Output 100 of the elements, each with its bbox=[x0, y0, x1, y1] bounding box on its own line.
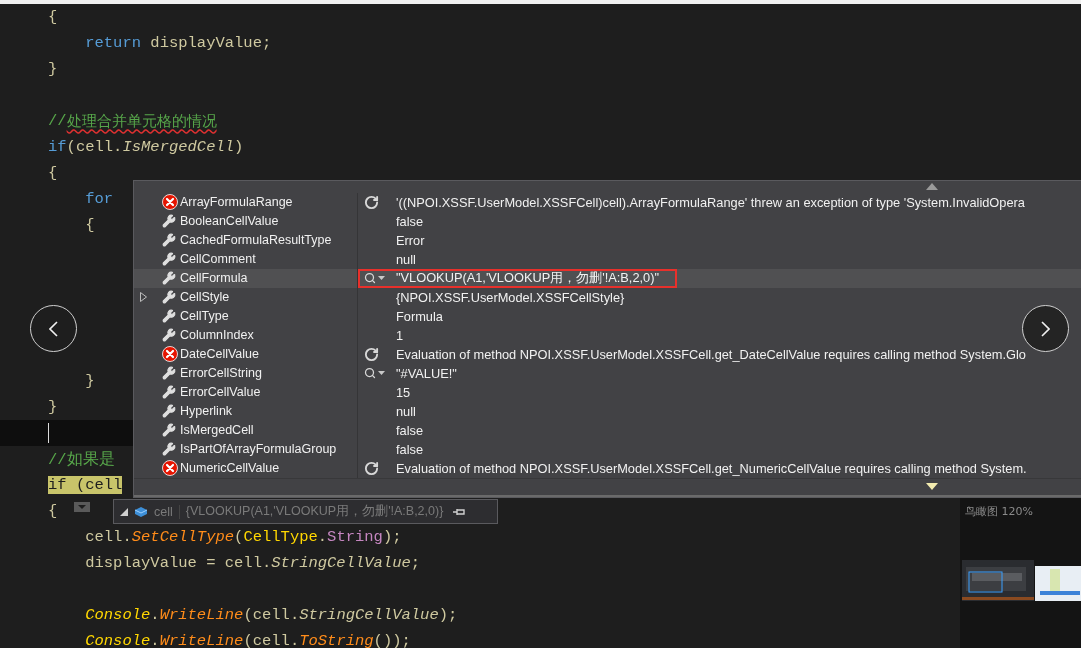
property-value: '((NPOI.XSSF.UserModel.XSSFCell)cell).ArrayFormulaRange' threw an exception of type 'System.InvalidOpera bbox=[396, 194, 1025, 210]
refresh-icon[interactable] bbox=[364, 194, 379, 210]
code-token: (cell. bbox=[243, 606, 300, 624]
code-token: ; bbox=[410, 554, 421, 572]
property-value: null bbox=[396, 251, 416, 267]
code-token: ); bbox=[438, 606, 458, 624]
chevron-left-icon bbox=[49, 320, 58, 337]
code-token: . bbox=[317, 528, 328, 546]
code-token: SetCellType bbox=[131, 528, 235, 546]
property-name: CellStyle bbox=[180, 290, 230, 305]
property-name: IsMergedCell bbox=[180, 423, 254, 438]
property-row[interactable]: ColumnIndex 1 bbox=[134, 325, 1081, 345]
code-token: { bbox=[48, 8, 58, 26]
wrench-icon bbox=[162, 423, 176, 438]
wrench-icon bbox=[162, 404, 176, 419]
panel-title: 鸟瞰图 120% bbox=[964, 504, 1034, 519]
code-token: { bbox=[48, 164, 58, 182]
error-icon bbox=[162, 460, 178, 477]
property-name: ErrorCellString bbox=[180, 366, 262, 381]
wrench-icon bbox=[162, 328, 176, 343]
variable-value: {VLOOKUP(A1,'VLOOKUP用，勿删'!A:B,2,0)} bbox=[185, 503, 444, 520]
property-name: Hyperlink bbox=[180, 404, 233, 419]
code-token: ) bbox=[234, 138, 244, 156]
previous-button[interactable] bbox=[30, 305, 77, 352]
property-row[interactable]: CellFormula "VLOOKUP(A1,'VLOOKUP用，勿删'!A:B,2,0)" bbox=[134, 268, 1081, 288]
property-row[interactable]: NumericCellValue Evaluation of method NPOI.XSSF.UserModel.XSSFCell.get_NumericCellValue requires calling method System. bbox=[134, 458, 1081, 478]
code-token: String bbox=[327, 528, 383, 546]
property-name: NumericCellValue bbox=[180, 461, 280, 476]
scroll-up-icon[interactable] bbox=[926, 183, 938, 191]
code-token: ()); bbox=[373, 632, 411, 648]
property-name: ArrayFormulaRange bbox=[180, 195, 293, 210]
code-token: (cell. bbox=[243, 632, 300, 648]
error-icon bbox=[162, 194, 178, 211]
property-row[interactable]: Hyperlink null bbox=[134, 401, 1081, 421]
property-name: ErrorCellValue bbox=[180, 385, 261, 400]
smart-tag-icon[interactable] bbox=[74, 502, 90, 512]
code-token: } bbox=[48, 60, 58, 78]
property-row[interactable]: ErrorCellString "#VALUE!" bbox=[134, 363, 1081, 383]
property-row[interactable]: CellType Formula bbox=[134, 306, 1081, 326]
code-token: WriteLine bbox=[159, 632, 244, 648]
property-value: Evaluation of method NPOI.XSSF.UserModel.XSSFCell.get_DateCellValue requires calling method System.Glo bbox=[396, 346, 1026, 362]
property-value: {NPOI.XSSF.UserModel.XSSFCellStyle} bbox=[396, 289, 625, 305]
code-token: { bbox=[85, 216, 95, 234]
collapse-icon[interactable] bbox=[120, 507, 128, 516]
code-comment: // bbox=[48, 112, 67, 130]
property-value: 15 bbox=[396, 384, 411, 400]
variable-name: cell bbox=[154, 504, 180, 519]
property-name: ColumnIndex bbox=[180, 328, 254, 343]
property-value: "VLOOKUP(A1,'VLOOKUP用，勿删'!A:B,2,0)" bbox=[396, 269, 659, 287]
refresh-icon[interactable] bbox=[364, 346, 379, 362]
caret-icon[interactable] bbox=[378, 371, 385, 376]
property-row[interactable]: CellStyle {NPOI.XSSF.UserModel.XSSFCellStyle} bbox=[134, 287, 1081, 307]
property-row[interactable]: BooleanCellValue false bbox=[134, 211, 1081, 231]
code-token: ); bbox=[382, 528, 402, 546]
code-token: . bbox=[150, 606, 160, 624]
property-row[interactable]: IsPartOfArrayFormulaGroup false bbox=[134, 439, 1081, 459]
code-token: Console bbox=[85, 606, 151, 624]
pin-icon[interactable] bbox=[453, 506, 468, 517]
wrench-icon bbox=[162, 290, 176, 305]
wrench-icon bbox=[162, 309, 176, 324]
wrench-icon bbox=[162, 366, 176, 381]
property-row[interactable]: DateCellValue Evaluation of method NPOI.XSSF.UserModel.XSSFCell.get_DateCellValue requires calling method System.Glo bbox=[134, 344, 1081, 364]
wrench-icon bbox=[162, 233, 176, 248]
code-token: IsMergedCell bbox=[122, 138, 235, 156]
wrench-icon bbox=[162, 385, 176, 400]
property-value: Evaluation of method NPOI.XSSF.UserModel.XSSFCell.get_NumericCellValue requires calling method System. bbox=[396, 460, 1027, 476]
search-icon[interactable] bbox=[364, 272, 376, 285]
refresh-icon[interactable] bbox=[364, 460, 379, 476]
expand-icon[interactable] bbox=[140, 292, 147, 303]
caret-icon[interactable] bbox=[378, 276, 385, 281]
cube-icon bbox=[134, 505, 148, 518]
wrench-icon bbox=[162, 252, 176, 267]
code-token: } bbox=[48, 398, 58, 416]
code-token: . bbox=[150, 632, 160, 648]
property-value: false bbox=[396, 422, 424, 438]
property-row[interactable]: IsMergedCell false bbox=[134, 420, 1081, 440]
search-icon[interactable] bbox=[364, 367, 376, 380]
code-token: { bbox=[48, 502, 58, 520]
code-token: if bbox=[48, 138, 67, 156]
code-token: (cell. bbox=[66, 138, 123, 156]
wrench-icon bbox=[162, 271, 176, 286]
chevron-right-icon bbox=[1041, 320, 1050, 337]
scroll-down-icon[interactable] bbox=[926, 483, 938, 491]
wrench-icon bbox=[162, 214, 176, 229]
code-token: ToString bbox=[299, 632, 374, 648]
code-token: WriteLine bbox=[159, 606, 244, 624]
property-row[interactable]: CellComment null bbox=[134, 249, 1081, 269]
code-token: ( bbox=[234, 528, 244, 546]
property-name: CellComment bbox=[180, 252, 256, 267]
property-value: 1 bbox=[396, 327, 404, 343]
wrench-icon bbox=[162, 442, 176, 457]
property-row[interactable]: ArrayFormulaRange '((NPOI.XSSF.UserModel.XSSFCell)cell).ArrayFormulaRange' threw an exception of type 'System.InvalidOpera bbox=[134, 192, 1081, 212]
property-row[interactable]: CachedFormulaResultType Error bbox=[134, 230, 1081, 250]
code-token: return bbox=[85, 34, 142, 52]
property-value: "#VALUE!" bbox=[396, 365, 457, 381]
code-comment: 处理合并单元格的情况 bbox=[66, 111, 217, 131]
property-row[interactable]: ErrorCellValue 15 bbox=[134, 382, 1081, 402]
code-token: StringCellValue bbox=[271, 554, 411, 572]
property-value: Formula bbox=[396, 308, 443, 324]
code-token: CellType bbox=[243, 528, 318, 546]
